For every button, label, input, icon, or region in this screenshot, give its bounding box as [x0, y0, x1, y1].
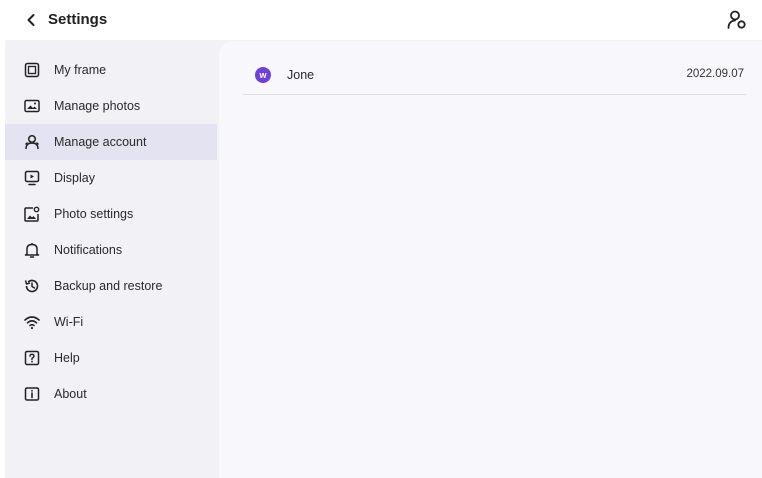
sidebar-item-wifi[interactable]: Wi-Fi [5, 304, 217, 340]
sidebar-item-notifications[interactable]: Notifications [5, 232, 217, 268]
sidebar-item-about[interactable]: About [5, 376, 217, 412]
photos-icon [23, 97, 41, 115]
settings-sidebar: My frame Manage photos Manage account Di… [5, 52, 217, 412]
sidebar-item-label: Backup and restore [54, 279, 163, 293]
photo-settings-icon [23, 205, 41, 223]
account-settings-icon [727, 10, 746, 29]
settings-app: Settings My frame Manage photos Manage a… [5, 0, 762, 478]
backup-icon [23, 277, 41, 295]
wifi-icon [23, 313, 41, 331]
page-title: Settings [48, 11, 108, 28]
frame-icon [23, 61, 41, 79]
chevron-left-icon [27, 14, 35, 26]
sidebar-item-help[interactable]: Help [5, 340, 217, 376]
sidebar-item-label: Notifications [54, 243, 123, 257]
top-bar: Settings [5, 0, 762, 40]
sidebar-item-manage-account[interactable]: Manage account [5, 124, 217, 160]
manage-account-panel: w Jone 2022.09.07 [219, 41, 762, 478]
account-date: 2022.09.07 [686, 68, 744, 80]
back-button[interactable] [21, 10, 41, 30]
sidebar-item-label: My frame [54, 63, 107, 77]
avatar: w [255, 67, 271, 83]
account-icon [23, 133, 41, 151]
account-name: Jone [287, 68, 315, 82]
sidebar-item-label: Manage account [54, 135, 147, 149]
account-settings-button[interactable] [725, 8, 749, 32]
help-icon [23, 349, 41, 367]
sidebar-item-label: About [54, 387, 87, 401]
bell-icon [23, 241, 41, 259]
info-icon [23, 385, 41, 403]
sidebar-item-manage-photos[interactable]: Manage photos [5, 88, 217, 124]
display-icon [23, 169, 41, 187]
sidebar-item-my-frame[interactable]: My frame [5, 52, 217, 88]
sidebar-item-label: Wi-Fi [54, 315, 84, 329]
sidebar-item-label: Help [54, 351, 80, 365]
sidebar-item-photo-settings[interactable]: Photo settings [5, 196, 217, 232]
sidebar-item-backup-and-restore[interactable]: Backup and restore [5, 268, 217, 304]
sidebar-item-display[interactable]: Display [5, 160, 217, 196]
sidebar-item-label: Manage photos [54, 99, 141, 113]
sidebar-item-label: Display [54, 171, 95, 185]
account-row[interactable]: w Jone 2022.09.07 [243, 55, 746, 95]
sidebar-item-label: Photo settings [54, 207, 134, 221]
